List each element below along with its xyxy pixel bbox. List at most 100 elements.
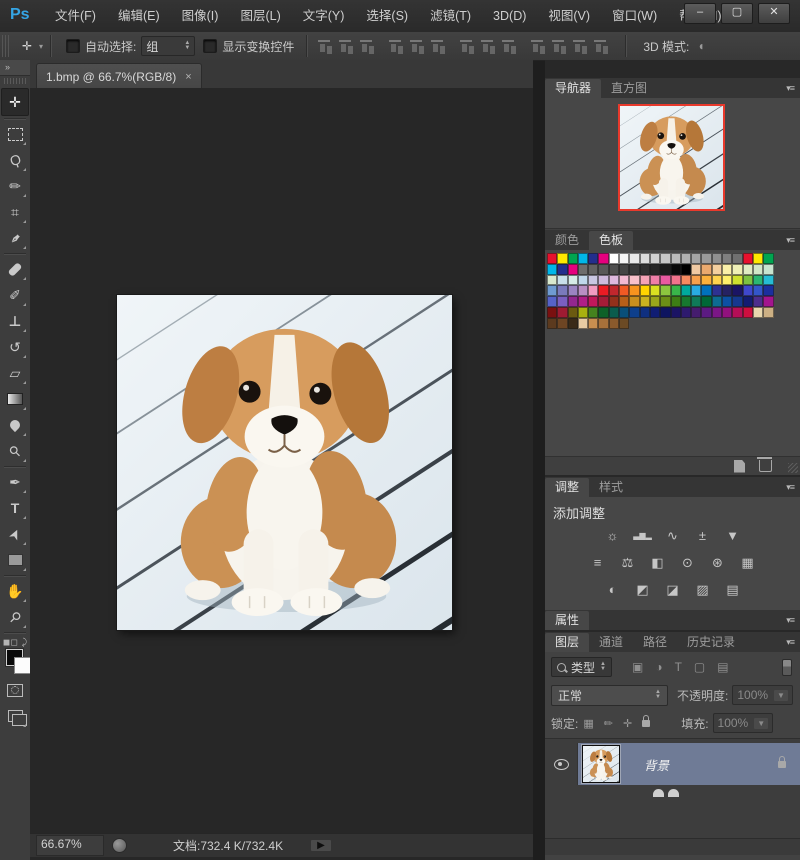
- swatch[interactable]: [711, 306, 723, 318]
- type-layer-filter-icon[interactable]: T: [675, 660, 682, 674]
- swatch[interactable]: [670, 285, 681, 297]
- swatch[interactable]: [567, 253, 578, 264]
- spot-healing-brush-tool[interactable]: [2, 256, 28, 282]
- swatch[interactable]: [547, 317, 558, 329]
- tab-navigator[interactable]: 导航器: [545, 79, 602, 98]
- tab-swatches[interactable]: 色板: [589, 231, 634, 250]
- swatch[interactable]: [763, 253, 774, 264]
- options-grip[interactable]: [2, 35, 9, 57]
- status-flyout-button[interactable]: ▶: [311, 840, 331, 851]
- swatch[interactable]: [660, 263, 671, 275]
- fill-dropdown[interactable]: 100% ▼: [712, 713, 774, 733]
- pixel-layer-filter-icon[interactable]: ▣: [632, 660, 643, 674]
- tab-channels[interactable]: 通道: [589, 633, 634, 652]
- tool-preset-caret-icon[interactable]: ▾: [39, 42, 43, 51]
- swatch[interactable]: [608, 285, 620, 297]
- panel-menu-icon[interactable]: ▾≡: [786, 478, 795, 497]
- swatch[interactable]: [588, 263, 599, 275]
- pen-tool[interactable]: ✒: [2, 469, 28, 495]
- menu-item-3[interactable]: 图层(L): [229, 0, 291, 32]
- swatch[interactable]: [711, 274, 723, 286]
- swatch[interactable]: [608, 263, 620, 275]
- swatch[interactable]: [701, 285, 712, 297]
- adjustment-layer-filter-icon[interactable]: ◑: [655, 660, 662, 674]
- swatch[interactable]: [763, 274, 774, 286]
- hand-tool[interactable]: ✋: [2, 578, 28, 604]
- menu-item-1[interactable]: 编辑(E): [107, 0, 171, 32]
- swatch[interactable]: [680, 306, 692, 318]
- curves-icon[interactable]: ∿: [662, 527, 683, 544]
- swatch[interactable]: [588, 296, 599, 307]
- lock-transparent-pixels-icon[interactable]: ▦: [583, 717, 593, 730]
- selective-color-icon[interactable]: ▤: [722, 581, 743, 598]
- swatch[interactable]: [701, 306, 712, 318]
- swatch[interactable]: [619, 317, 630, 329]
- swatch[interactable]: [742, 285, 753, 297]
- posterize-icon[interactable]: ◩: [632, 581, 653, 598]
- swatch[interactable]: [722, 263, 733, 275]
- swatch[interactable]: [742, 253, 753, 264]
- invert-icon[interactable]: ◐: [602, 581, 623, 598]
- crop-tool[interactable]: ⌗: [2, 199, 28, 225]
- swatch[interactable]: [619, 274, 630, 286]
- photo-filter-icon[interactable]: ⊙: [677, 554, 698, 571]
- swatch[interactable]: [608, 253, 620, 264]
- swatch[interactable]: [639, 306, 650, 318]
- lasso-tool[interactable]: Ϙ: [2, 147, 28, 173]
- swatch[interactable]: [722, 306, 733, 318]
- swap-arrow-icon[interactable]: ⤸: [22, 637, 27, 648]
- swatch[interactable]: [547, 274, 558, 286]
- swatch[interactable]: [619, 306, 630, 318]
- menu-item-2[interactable]: 图像(I): [171, 0, 230, 32]
- rectangle-tool[interactable]: [2, 547, 28, 573]
- swatch[interactable]: [567, 263, 578, 275]
- swatch[interactable]: [608, 306, 620, 318]
- exposure-icon[interactable]: ±: [692, 527, 713, 544]
- color-lookup-icon[interactable]: ▦: [737, 554, 758, 571]
- swatch[interactable]: [691, 306, 702, 318]
- swatch[interactable]: [547, 306, 558, 318]
- swatch[interactable]: [752, 263, 764, 275]
- swatch[interactable]: [722, 253, 733, 264]
- swatch[interactable]: [577, 296, 589, 307]
- swatch[interactable]: [598, 285, 609, 297]
- swatch[interactable]: [557, 274, 568, 286]
- swatch[interactable]: [577, 306, 589, 318]
- layer-row-background[interactable]: 背景: [545, 743, 800, 785]
- swatch[interactable]: [660, 285, 671, 297]
- swatch[interactable]: [670, 253, 681, 264]
- swatch[interactable]: [598, 296, 609, 307]
- swatch[interactable]: [660, 306, 671, 318]
- auto-select-dropdown[interactable]: 组 ▲ ▼: [141, 36, 196, 56]
- minimize-button[interactable]: –: [684, 3, 716, 24]
- swatch[interactable]: [732, 306, 743, 318]
- swatch[interactable]: [577, 317, 589, 329]
- swatch[interactable]: [680, 274, 692, 286]
- workspace-status-icon[interactable]: [112, 838, 127, 853]
- swatch[interactable]: [701, 263, 712, 275]
- swatch[interactable]: [732, 285, 743, 297]
- swatch[interactable]: [670, 306, 681, 318]
- tab-styles[interactable]: 样式: [589, 478, 634, 497]
- swatch[interactable]: [722, 296, 733, 307]
- swatch[interactable]: [680, 285, 692, 297]
- swatch[interactable]: [557, 253, 568, 264]
- show-transform-checkbox[interactable]: [203, 39, 218, 53]
- new-swatch-icon[interactable]: [734, 459, 745, 473]
- dodge-tool[interactable]: ⚲: [2, 438, 28, 464]
- swatch[interactable]: [722, 274, 733, 286]
- swatch[interactable]: [619, 253, 630, 264]
- quick-selection-tool[interactable]: ✏: [2, 173, 28, 199]
- swatch[interactable]: [711, 296, 723, 307]
- lock-all-icon[interactable]: [642, 714, 651, 727]
- swatch[interactable]: [588, 253, 599, 264]
- swatch[interactable]: [577, 263, 589, 275]
- swatch[interactable]: [763, 296, 774, 307]
- clone-stamp-tool[interactable]: ⊥: [2, 308, 28, 334]
- gradient-tool[interactable]: [2, 386, 28, 412]
- swatch[interactable]: [639, 296, 650, 307]
- menu-item-0[interactable]: 文件(F): [44, 0, 107, 32]
- swatch[interactable]: [649, 274, 661, 286]
- tab-color[interactable]: 颜色: [545, 231, 590, 250]
- swatch[interactable]: [567, 317, 578, 329]
